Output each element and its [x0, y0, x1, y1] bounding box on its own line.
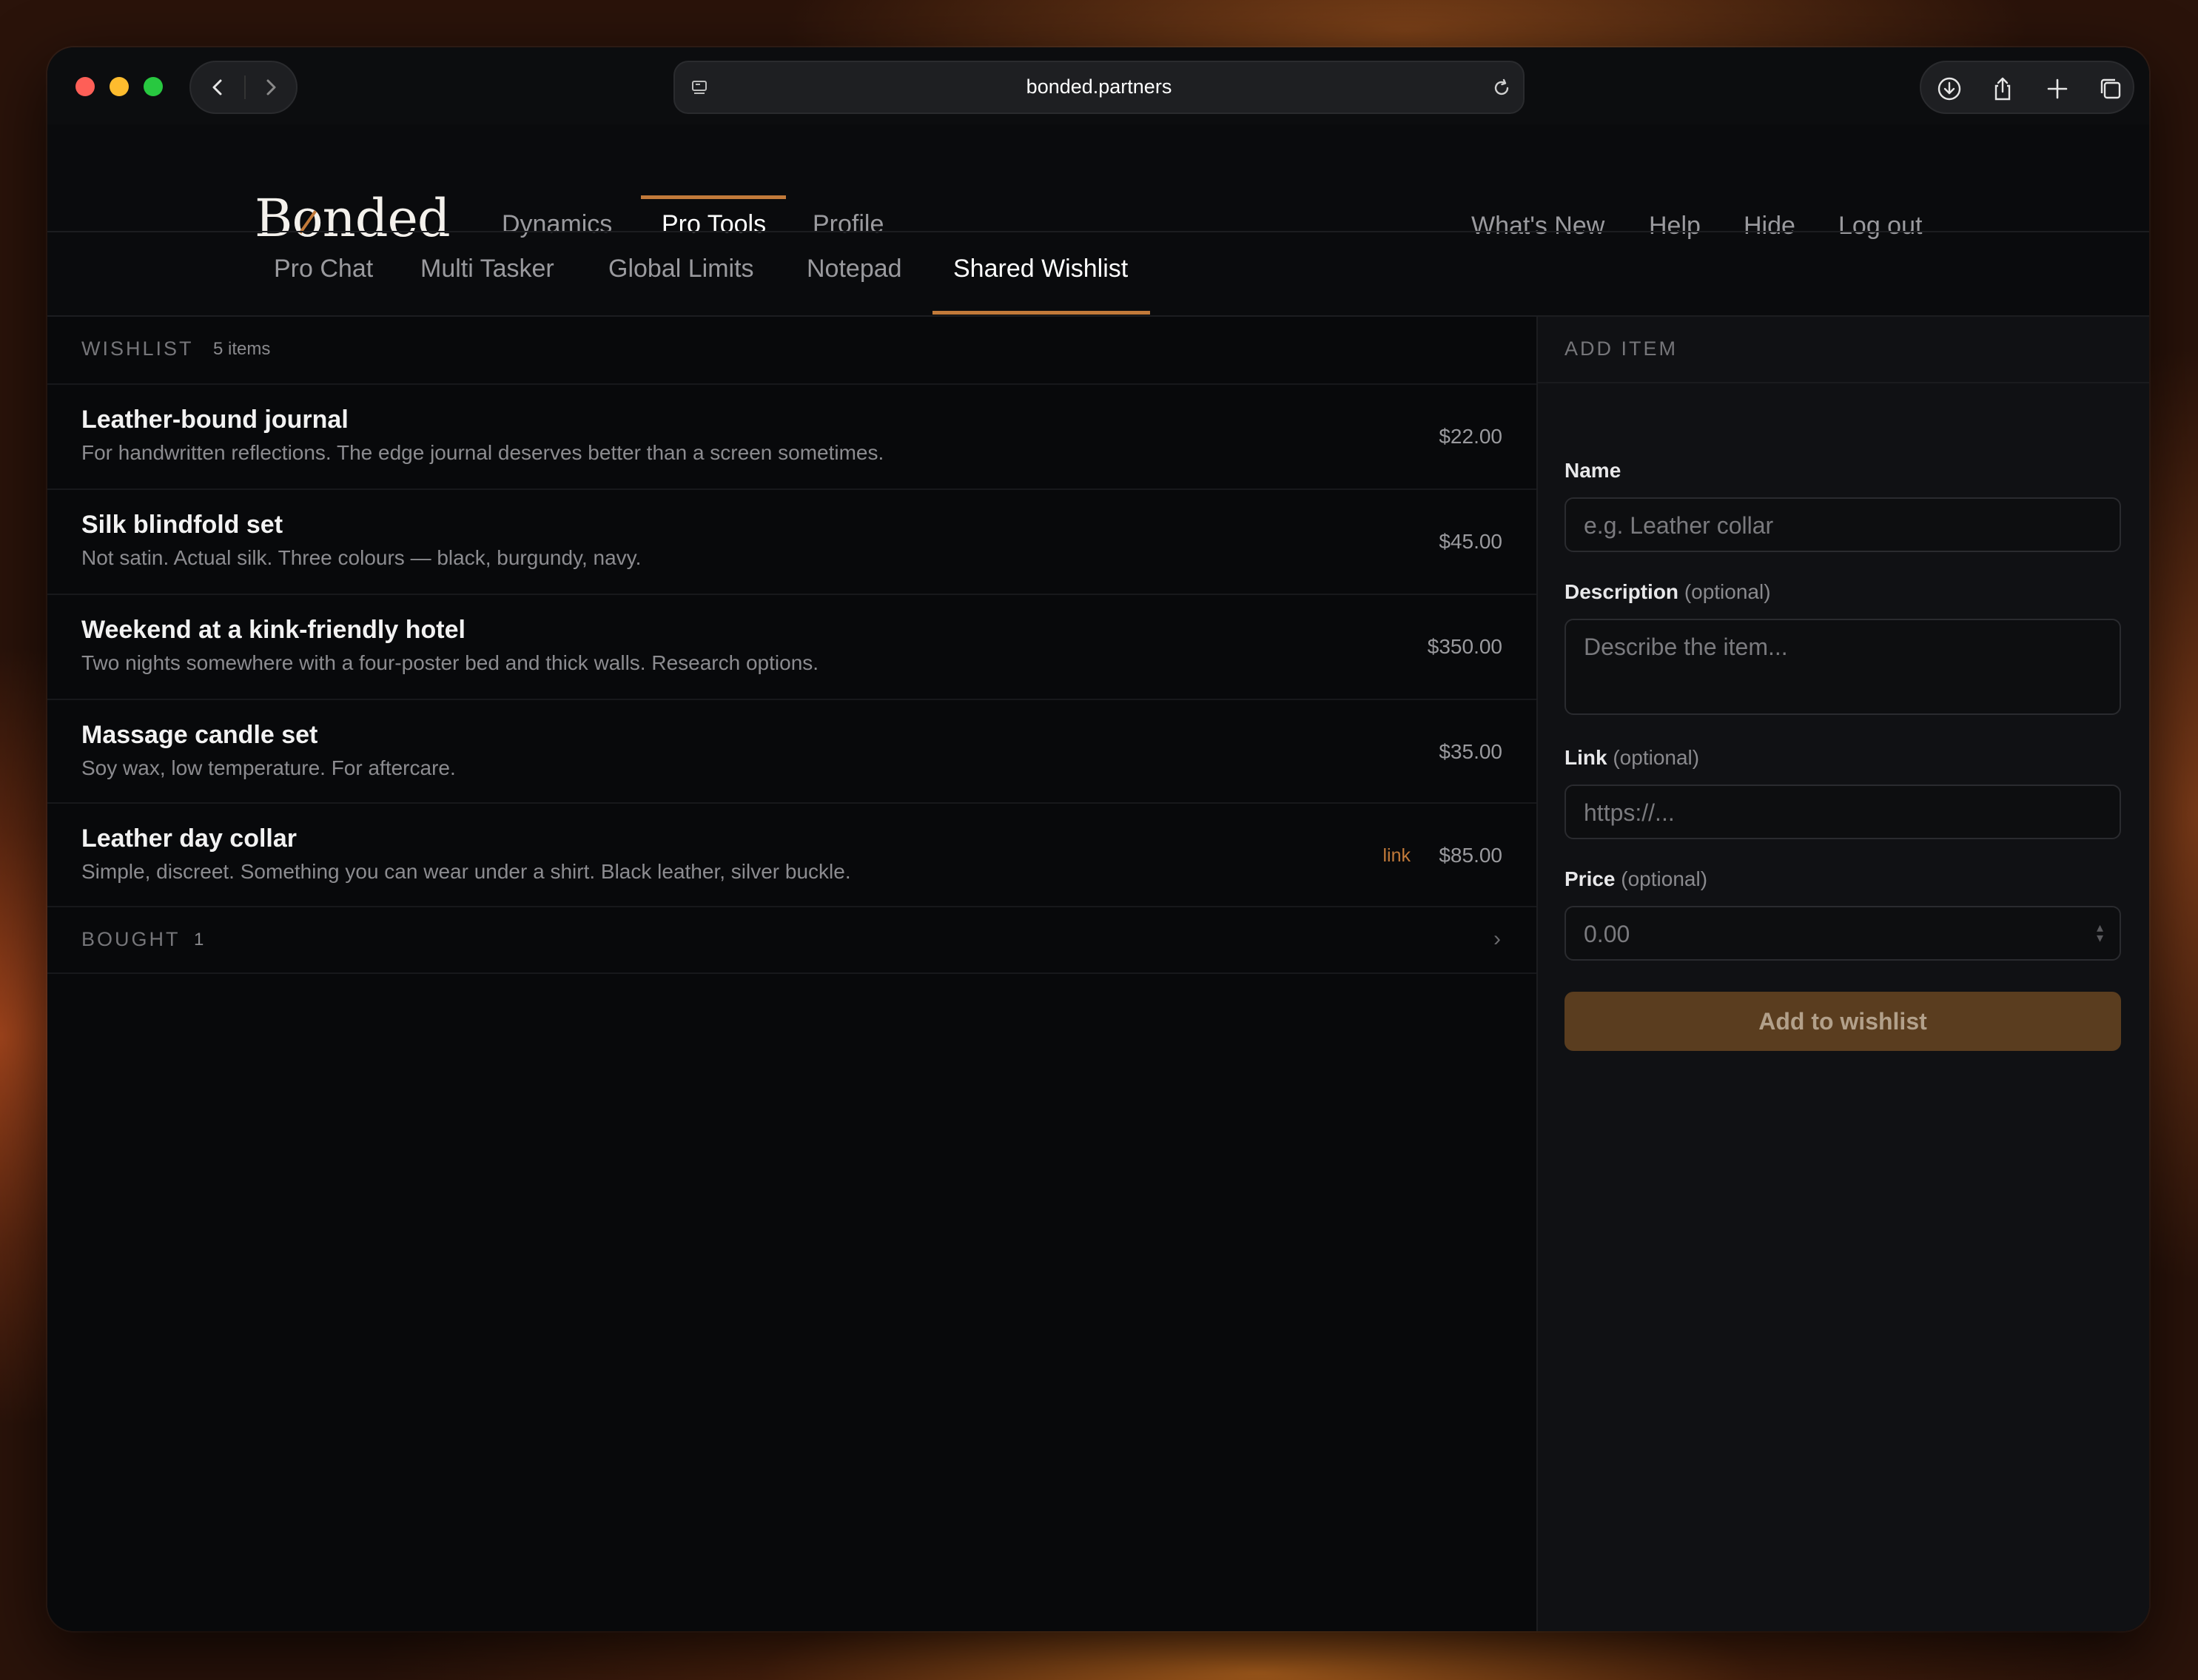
bought-section-toggle[interactable]: BOUGHT 1 › — [47, 906, 1536, 974]
item-description: Simple, discreet. Something you can wear… — [81, 860, 851, 883]
wishlist-item[interactable]: Weekend at a kink-friendly hotel Two nig… — [47, 594, 1536, 699]
new-tab-icon[interactable] — [2043, 74, 2072, 104]
bonded-logo[interactable]: Bo nded — [255, 192, 451, 244]
zoom-window-button[interactable] — [144, 77, 163, 96]
active-nav-indicator — [641, 195, 786, 199]
chevron-right-icon: › — [1493, 927, 1501, 951]
price-placeholder: 0.00 — [1584, 921, 1630, 947]
tab-notepad[interactable]: Notepad — [807, 255, 902, 283]
whats-new-link[interactable]: What's New — [1471, 212, 1604, 241]
wishlist-item[interactable]: Massage candle set Soy wax, low temperat… — [47, 699, 1536, 804]
wishlist-item[interactable]: Leather day collar Simple, discreet. Som… — [47, 802, 1536, 907]
nav-pro-tools[interactable]: Pro Tools — [662, 210, 766, 239]
back-button[interactable] — [191, 62, 244, 112]
bought-heading: BOUGHT — [81, 928, 181, 950]
header-divider — [47, 231, 2149, 232]
wishlist-count: 5 items — [213, 339, 271, 359]
browser-actions — [1920, 61, 2134, 114]
hide-link[interactable]: Hide — [1744, 212, 1795, 241]
item-title: Leather day collar — [81, 824, 298, 853]
add-item-divider — [1538, 382, 2149, 383]
price-label-text: Price — [1565, 867, 1616, 890]
link-label: Link (optional) — [1565, 746, 1699, 770]
tab-overview-icon[interactable] — [2096, 74, 2125, 104]
optional-hint: (optional) — [1684, 580, 1771, 603]
name-input[interactable]: e.g. Leather collar — [1565, 497, 2121, 552]
item-title: Silk blindfold set — [81, 511, 283, 539]
description-label: Description (optional) — [1565, 580, 1771, 604]
browser-toolbar: bonded.partners — [47, 47, 2149, 124]
wishlist-panel: WISHLIST 5 items Leather-bound journal F… — [47, 317, 1536, 1631]
name-label: Name — [1565, 459, 1621, 483]
active-tab-indicator — [932, 311, 1150, 315]
minimize-window-button[interactable] — [110, 77, 129, 96]
price-input[interactable]: 0.00 ▴ ▾ — [1565, 906, 2121, 961]
optional-hint: (optional) — [1621, 867, 1708, 890]
tab-global-limits[interactable]: Global Limits — [608, 255, 754, 283]
wishlist-item[interactable]: Leather-bound journal For handwritten re… — [47, 383, 1536, 488]
logout-link[interactable]: Log out — [1838, 212, 1922, 241]
url-text: bonded.partners — [1026, 75, 1172, 98]
add-item-panel: ADD ITEM Name e.g. Leather collar Descri… — [1536, 317, 2149, 1631]
item-description: Two nights somewhere with a four-poster … — [81, 651, 819, 674]
help-link[interactable]: Help — [1649, 212, 1701, 241]
close-window-button[interactable] — [75, 77, 95, 96]
chevron-left-icon — [212, 79, 222, 95]
nav-dynamics[interactable]: Dynamics — [502, 210, 612, 239]
item-description: Soy wax, low temperature. For aftercare. — [81, 756, 456, 779]
stepper-icon[interactable]: ▴ ▾ — [2097, 921, 2103, 944]
description-input[interactable]: Describe the item... — [1565, 619, 2121, 715]
link-input[interactable]: https://... — [1565, 784, 2121, 839]
wishlist-item[interactable]: Silk blindfold set Not satin. Actual sil… — [47, 488, 1536, 594]
address-bar[interactable]: bonded.partners — [673, 61, 1525, 114]
item-title: Leather-bound journal — [81, 406, 349, 434]
add-to-wishlist-button[interactable]: Add to wishlist — [1565, 992, 2121, 1051]
item-price: $45.00 — [1439, 530, 1502, 553]
item-price: $350.00 — [1427, 635, 1502, 658]
wishlist-heading: WISHLIST — [81, 337, 194, 360]
tab-multi-tasker[interactable]: Multi Tasker — [420, 255, 554, 283]
link-label-text: Link — [1565, 746, 1607, 769]
nav-profile[interactable]: Profile — [813, 210, 884, 239]
description-label-text: Description — [1565, 580, 1679, 603]
tab-pro-chat[interactable]: Pro Chat — [274, 255, 373, 283]
tab-shared-wishlist[interactable]: Shared Wishlist — [953, 255, 1128, 283]
history-nav — [189, 61, 298, 114]
download-icon[interactable] — [1935, 74, 1964, 104]
item-price: $85.00 — [1439, 844, 1502, 867]
item-title: Massage candle set — [81, 721, 318, 749]
reload-icon[interactable] — [1489, 75, 1514, 101]
forward-button[interactable] — [244, 62, 298, 112]
chevron-right-icon — [266, 79, 276, 95]
share-icon[interactable] — [1988, 74, 2017, 104]
item-price: $22.00 — [1439, 425, 1502, 448]
browser-window: bonded.partners Bo nded Dynamics Pro Tool — [47, 47, 2149, 1631]
price-label: Price (optional) — [1565, 867, 1707, 891]
add-item-heading: ADD ITEM — [1565, 337, 1678, 360]
name-label-text: Name — [1565, 459, 1621, 482]
bought-count: 1 — [194, 930, 204, 950]
optional-hint: (optional) — [1613, 746, 1700, 769]
item-title: Weekend at a kink-friendly hotel — [81, 616, 466, 644]
item-description: Not satin. Actual silk. Three colours — … — [81, 546, 642, 569]
item-price: $35.00 — [1439, 740, 1502, 763]
item-link[interactable]: link — [1382, 845, 1411, 867]
item-description: For handwritten reflections. The edge jo… — [81, 441, 884, 464]
